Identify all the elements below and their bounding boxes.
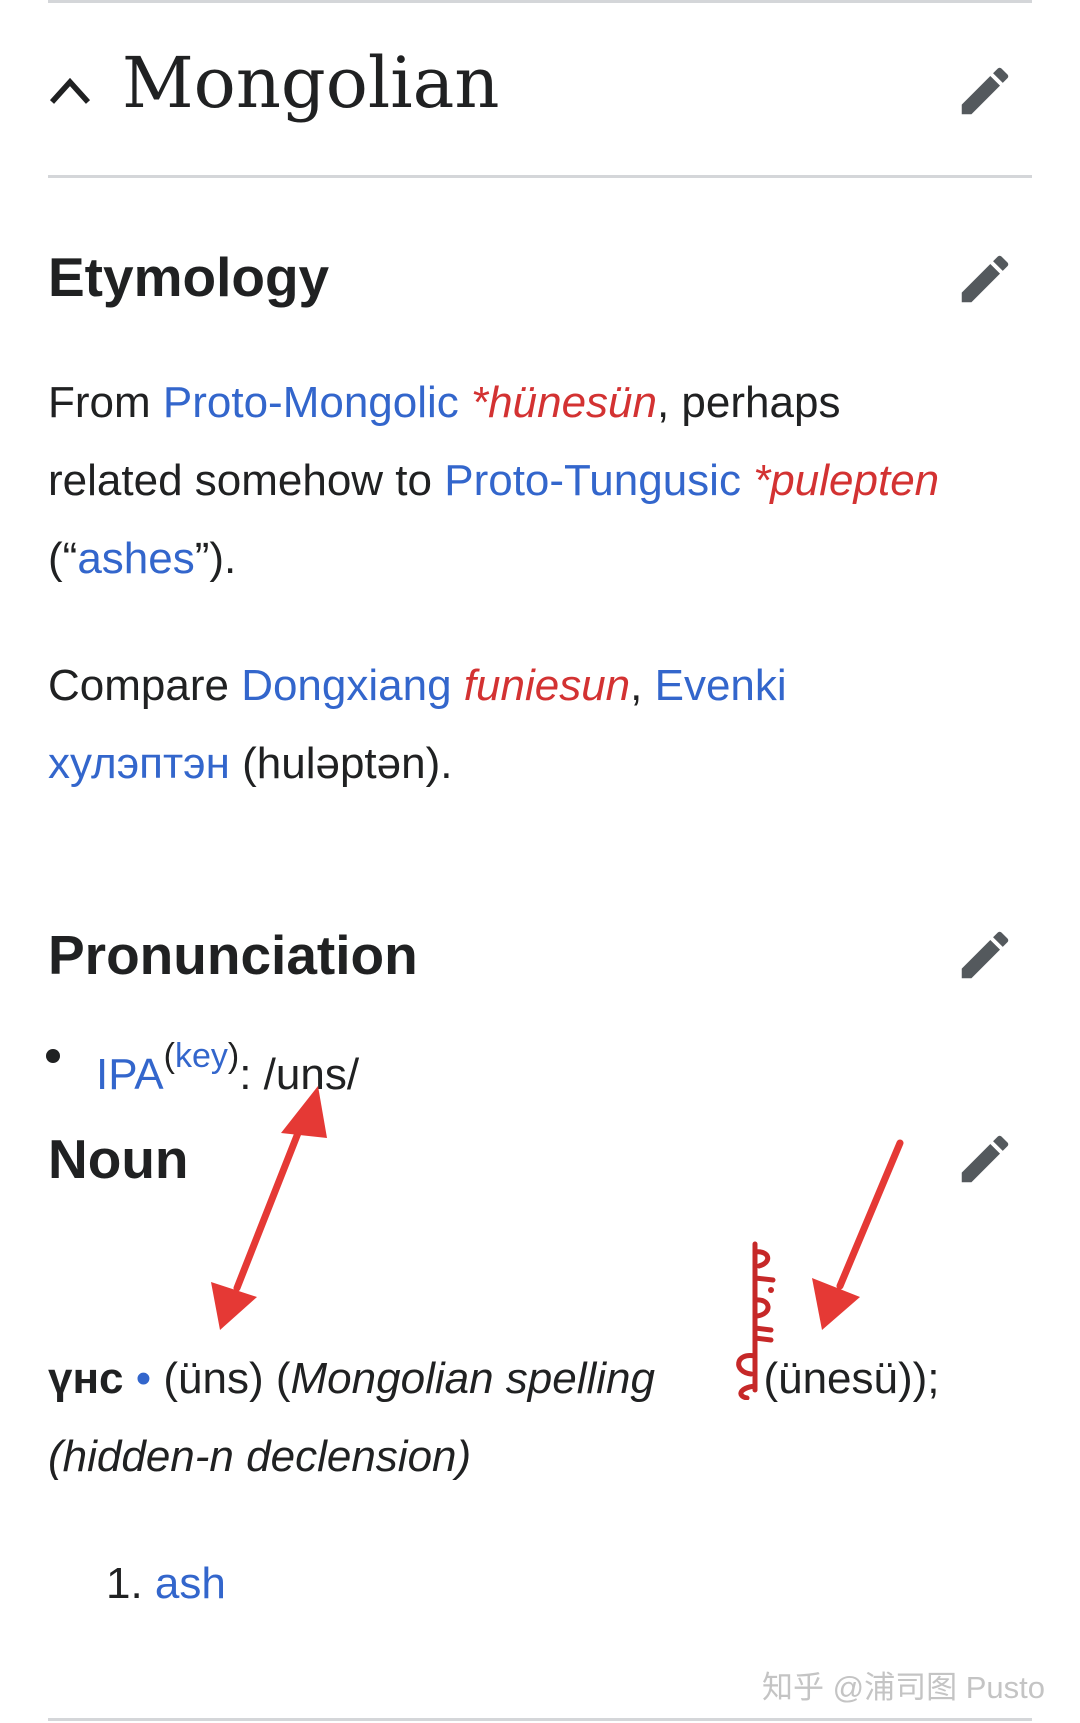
arrow-head-up xyxy=(281,1086,327,1138)
annotation-arrows xyxy=(211,1086,904,1330)
bottom-divider xyxy=(48,1718,1032,1721)
watermark: 知乎 @浦司图 Pusto xyxy=(762,1670,1045,1705)
arrow-head-script xyxy=(812,1278,860,1330)
arrow-ipa-double xyxy=(233,1124,304,1292)
arrow-script xyxy=(836,1139,904,1290)
